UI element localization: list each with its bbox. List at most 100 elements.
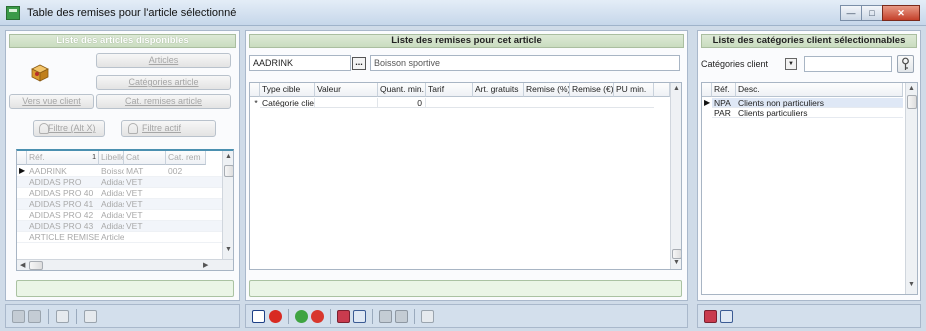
row-header	[250, 83, 260, 97]
row-header	[702, 83, 712, 97]
col-cat[interactable]: Cat	[124, 151, 166, 165]
table-cell: VET	[126, 210, 143, 220]
table-cell: Adidas	[101, 210, 124, 220]
col-quant-min[interactable]: Quant. min.	[378, 83, 426, 97]
col-desc[interactable]: Desc.	[736, 83, 903, 97]
vers-vue-client-button[interactable]: Vers vue client	[9, 94, 94, 109]
categories-article-button[interactable]: Catégories article	[96, 75, 231, 90]
table-cell: ADIDAS PRO 43	[29, 221, 94, 231]
col-art-gratuits[interactable]: Art. gratuits	[473, 83, 524, 97]
window-title: Table des remises pour l'article sélecti…	[27, 7, 237, 19]
remises-vscroll[interactable]: ▲ ▼	[670, 83, 681, 269]
remises-panel-header: Liste des remises pour cet article	[249, 34, 684, 48]
categories-filter-input[interactable]	[804, 56, 892, 72]
col-remise-pct[interactable]: Remise (%)	[524, 83, 570, 97]
current-row-marker: ▶	[704, 98, 711, 107]
add-icon[interactable]	[295, 310, 308, 323]
tool-key-icon[interactable]	[56, 310, 69, 323]
col-libelle[interactable]: Libellé	[99, 151, 124, 165]
new-row-valeur[interactable]	[315, 98, 378, 108]
form-view-icon[interactable]	[353, 310, 366, 323]
table-cell: Adidas	[101, 188, 124, 198]
tool-key-icon-2[interactable]	[421, 310, 434, 323]
table-cell: Boisson	[101, 166, 124, 176]
current-row-marker: ▶	[19, 166, 26, 175]
articles-grid[interactable]: Réf. 1 Libellé Cat Cat. rem ▶ AADRINK Bois…	[16, 149, 234, 271]
table-cell: VET	[126, 188, 143, 198]
articles-hscroll[interactable]: ◀ ▶	[17, 259, 233, 270]
table-cell: ADIDAS PRO	[29, 177, 82, 187]
articles-status-box	[16, 280, 234, 297]
new-row-type-cible[interactable]: Catégorie client	[260, 98, 315, 108]
copy-icon[interactable]	[28, 310, 41, 323]
print-icon[interactable]	[379, 310, 392, 323]
cancel-icon[interactable]	[269, 310, 282, 323]
left-toolbar	[5, 304, 240, 328]
new-row-quant-min[interactable]: 0	[378, 98, 426, 108]
filter-active-button-label: Filtre actif	[142, 123, 182, 133]
table-cell	[166, 210, 206, 220]
col-ref[interactable]: Réf.	[712, 83, 736, 97]
table-cell: Clients particuliers	[738, 108, 808, 118]
table-cell: Adidas	[101, 221, 124, 231]
middle-toolbar	[245, 304, 688, 328]
table-cell: Clients non particuliers	[738, 98, 824, 108]
row-header	[17, 151, 27, 165]
close-button[interactable]: ✕	[882, 5, 920, 21]
window-controls: — □ ✕	[840, 5, 920, 21]
table-cell: ADIDAS PRO 41	[29, 199, 94, 209]
table-cell: VET	[126, 221, 143, 231]
categories-panel: Liste des catégories client sélectionnab…	[697, 30, 921, 301]
articles-panel: Liste des articles disponibles Articles …	[5, 30, 240, 301]
minimize-button[interactable]: —	[840, 5, 862, 21]
table-cell: Adidas	[101, 177, 124, 187]
save-icon[interactable]	[252, 310, 265, 323]
table-cell	[166, 188, 206, 198]
article-code-field[interactable]: AADRINK	[249, 55, 351, 71]
duplicate-icon[interactable]	[395, 310, 408, 323]
export-icon[interactable]	[84, 310, 97, 323]
col-valeur[interactable]: Valeur	[315, 83, 378, 97]
filter-active-button[interactable]: Filtre actif	[121, 120, 216, 137]
articles-vscroll[interactable]: ▲ ▼	[222, 151, 233, 259]
article-label-field: Boisson sportive	[370, 55, 680, 71]
filter-icon	[39, 123, 49, 134]
app-icon	[6, 6, 20, 20]
table-cell	[124, 232, 166, 242]
title-bar: Table des remises pour l'article sélecti…	[0, 0, 926, 26]
categories-grid[interactable]: Réf. Desc. ▶ NPA Clients non particuliers P…	[701, 82, 918, 295]
categories-vscroll[interactable]: ▲ ▼	[905, 83, 917, 294]
categories-filter-label: Catégories client	[701, 59, 769, 69]
col-type-cible[interactable]: Type cible	[260, 83, 315, 97]
grid-view-icon-right[interactable]	[704, 310, 717, 323]
key-icon[interactable]	[897, 55, 914, 73]
article-lookup-button[interactable]: ...	[352, 57, 366, 70]
col-remise-eur[interactable]: Remise (€)	[570, 83, 614, 97]
table-cell: NPA	[714, 98, 731, 108]
form-view-icon-right[interactable]	[720, 310, 733, 323]
table-cell: 002	[168, 166, 183, 176]
delete-icon[interactable]	[311, 310, 324, 323]
articles-button[interactable]: Articles	[96, 53, 231, 68]
remises-grid[interactable]: Type cible Valeur Quant. min. Tarif Art.…	[249, 82, 682, 270]
table-cell: MAT	[126, 166, 144, 176]
first-icon[interactable]	[12, 310, 25, 323]
col-tarif[interactable]: Tarif	[426, 83, 473, 97]
table-cell: VET	[126, 199, 143, 209]
table-cell: ARTICLE REMISE 5	[29, 232, 99, 242]
dropdown-icon[interactable]: ▼	[785, 58, 797, 70]
maximize-button[interactable]: □	[861, 5, 883, 21]
right-toolbar	[697, 304, 921, 328]
article-box-icon	[29, 62, 51, 82]
table-cell	[166, 199, 206, 209]
grid-view-icon[interactable]	[337, 310, 350, 323]
col-ref[interactable]: Réf. 1	[27, 151, 99, 165]
table-cell	[166, 221, 206, 231]
table-cell: VET	[126, 177, 143, 187]
filter-button[interactable]: Filtre (Alt X)	[33, 120, 105, 137]
col-pu-min[interactable]: PU min.	[614, 83, 654, 97]
table-cell	[166, 232, 206, 242]
col-cat-rem[interactable]: Cat. rem	[166, 151, 206, 165]
remises-panel: Liste des remises pour cet article AADRI…	[245, 30, 688, 301]
cat-remises-article-button[interactable]: Cat. remises article	[96, 94, 231, 109]
